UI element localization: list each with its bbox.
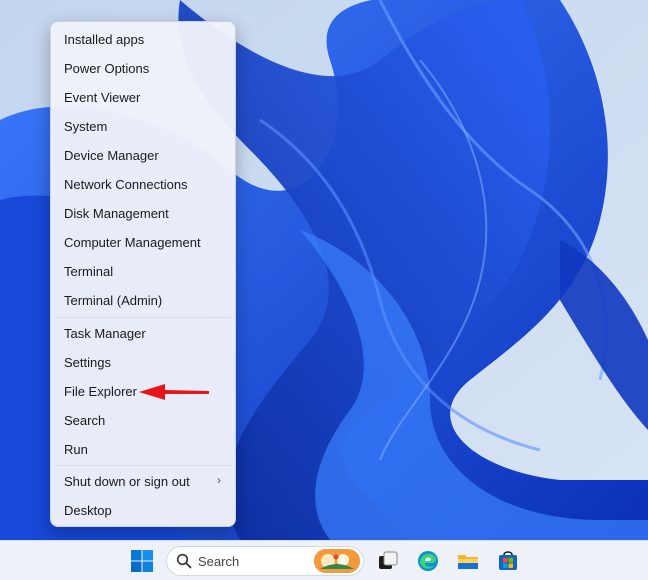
menu-separator [55, 465, 231, 466]
microsoft-store-icon[interactable] [496, 549, 520, 573]
menu-item-desktop[interactable]: Desktop [55, 496, 231, 524]
menu-item-installed-apps[interactable]: Installed apps [55, 25, 231, 53]
search-label: Search [198, 554, 240, 569]
menu-item-label: Terminal (Admin) [64, 292, 163, 308]
menu-item-terminal[interactable]: Terminal [55, 257, 231, 285]
menu-item-event-viewer[interactable]: Event Viewer [55, 83, 231, 111]
red-arrow-annotation [139, 384, 209, 400]
file-explorer-icon[interactable] [456, 549, 480, 573]
menu-item-network-connections[interactable]: Network Connections [55, 170, 231, 198]
task-view-icon[interactable] [376, 549, 400, 573]
menu-item-label: Task Manager [64, 325, 146, 341]
menu-item-label: Desktop [64, 502, 112, 518]
menu-item-disk-management[interactable]: Disk Management [55, 199, 231, 227]
edge-icon[interactable] [416, 549, 440, 573]
menu-item-label: Run [64, 441, 88, 457]
windows-start-icon[interactable] [130, 549, 154, 573]
menu-item-label: Search [64, 412, 106, 428]
menu-item-label: System [64, 118, 108, 134]
menu-item-power-options[interactable]: Power Options [55, 54, 231, 82]
menu-item-run[interactable]: Run [55, 435, 231, 463]
menu-item-label: Terminal [64, 263, 114, 279]
menu-item-label: Power Options [64, 60, 150, 76]
menu-item-label: Installed apps [64, 31, 145, 47]
menu-item-label: Shut down or sign out [64, 473, 190, 489]
menu-item-label: Event Viewer [64, 89, 141, 105]
search-highlight-icon [314, 549, 360, 573]
menu-item-label: Device Manager [64, 147, 159, 163]
menu-item-task-manager[interactable]: Task Manager [55, 319, 231, 347]
menu-item-label: Settings [64, 354, 111, 370]
taskbar: Search [0, 540, 648, 580]
menu-item-label: Computer Management [64, 234, 201, 250]
menu-item-settings[interactable]: Settings [55, 348, 231, 376]
menu-item-label: File Explorer [64, 383, 137, 399]
menu-item-device-manager[interactable]: Device Manager [55, 141, 231, 169]
chevron-right-icon: › [217, 473, 221, 487]
menu-item-label: Disk Management [64, 205, 169, 221]
menu-item-terminal-admin[interactable]: Terminal (Admin) [55, 286, 231, 314]
search-icon [176, 553, 192, 569]
menu-item-shut-down-or-sign-out[interactable]: Shut down or sign out › [55, 467, 231, 495]
winx-context-menu: Installed apps Power Options Event Viewe… [50, 21, 236, 527]
menu-item-system[interactable]: System [55, 112, 231, 140]
menu-separator [55, 317, 231, 318]
taskbar-search-box[interactable]: Search [166, 546, 364, 576]
menu-item-computer-management[interactable]: Computer Management [55, 228, 231, 256]
menu-item-label: Network Connections [64, 176, 188, 192]
menu-item-search[interactable]: Search [55, 406, 231, 434]
